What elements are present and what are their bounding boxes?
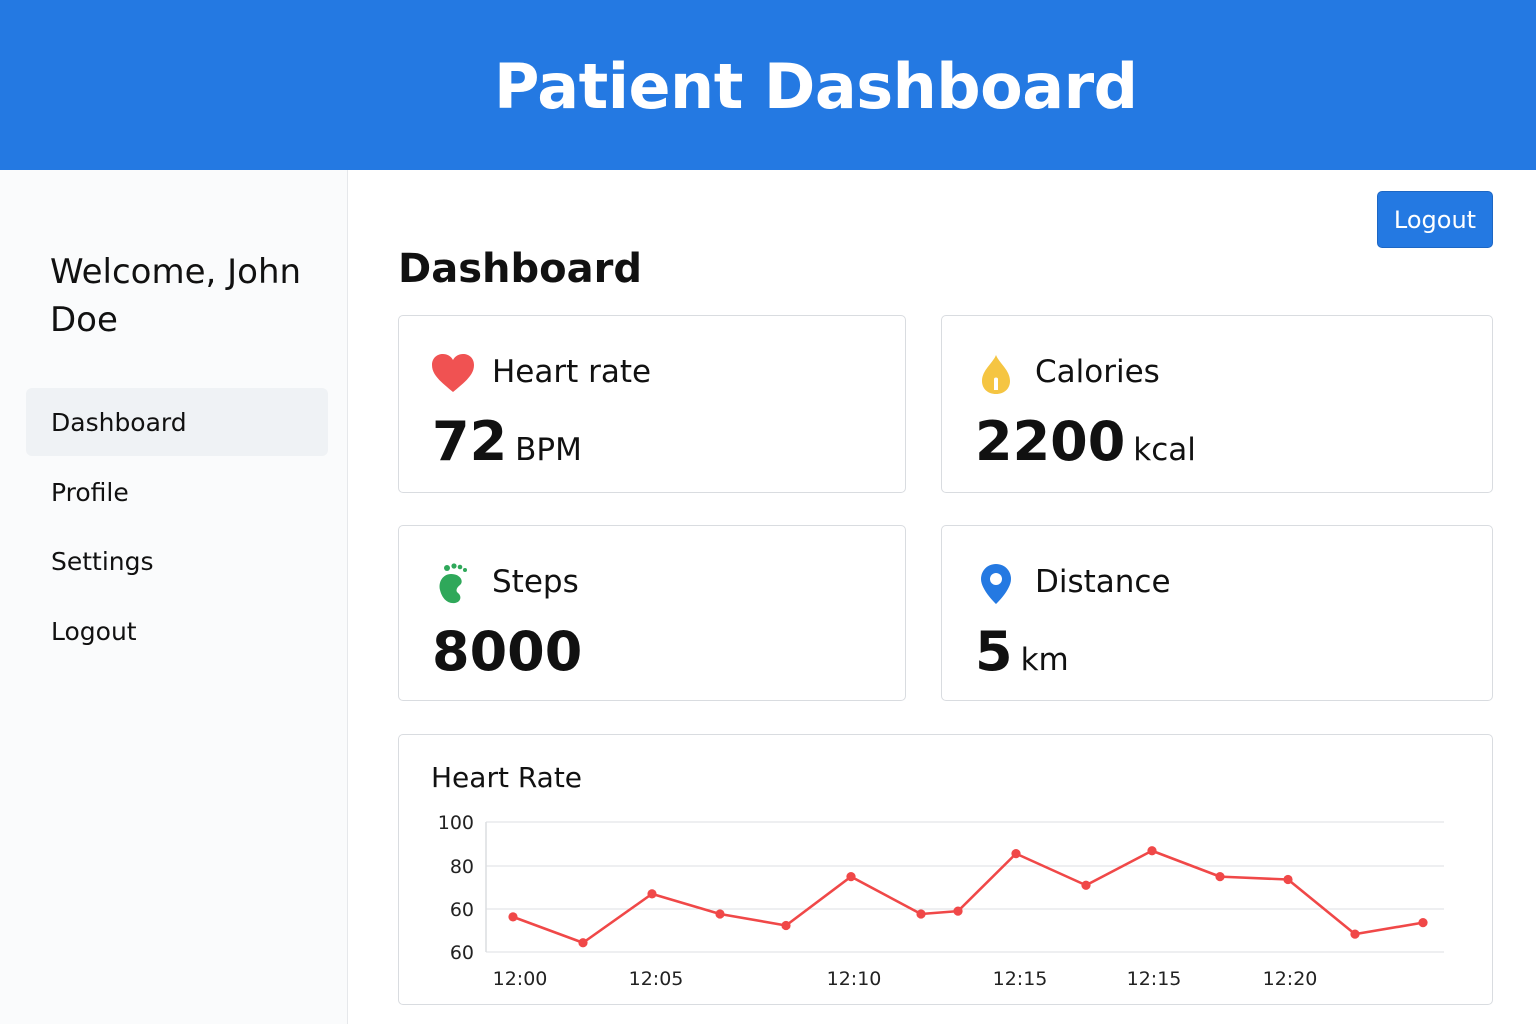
x-tick-label: 12:05 [629,968,684,990]
data-point [647,889,657,899]
heart-rate-chart-card: Heart Rate 100 80 60 60 12:00 12:05 12:10 12:15… [398,734,1493,1005]
calories-unit: kcal [1133,432,1196,468]
steps-value: 8000 [432,620,582,683]
calories-card: Calories 2200 kcal [941,315,1493,493]
x-tick-label: 12:15 [1127,968,1182,990]
steps-label: Steps [492,564,579,600]
data-point [1283,874,1293,885]
data-point [953,906,963,916]
data-point [1418,918,1428,928]
data-point [1081,880,1091,890]
x-tick-label: 12:15 [993,968,1048,990]
data-point [781,920,791,931]
page-title: Dashboard [398,246,642,292]
heart-rate-label: Heart rate [492,354,652,390]
calories-number: 2200 [975,410,1126,473]
distance-value: 5 km [975,620,1069,683]
x-tick-label: 12:00 [493,968,548,990]
data-point [1215,872,1225,882]
sidebar-item-settings[interactable]: Settings [26,527,328,595]
app-title: Patient Dashboard [494,50,1138,123]
y-tick-label: 60 [450,942,474,964]
heart-icon [432,354,474,392]
heart-rate-unit: BPM [515,432,582,468]
x-tick-label: 12:20 [1263,968,1318,990]
heart-rate-value: 72 BPM [432,410,582,473]
heart-rate-card: Heart rate 72 BPM [398,315,906,493]
data-point [715,909,725,919]
distance-number: 5 [975,620,1013,683]
calories-value: 2200 kcal [975,410,1196,473]
steps-card: Steps 8000 [398,525,906,701]
data-point [846,872,856,882]
y-tick-label: 60 [450,899,474,921]
heart-rate-number: 72 [432,410,508,473]
calories-label: Calories [1035,354,1160,390]
data-point [578,938,588,948]
distance-card: Distance 5 km [941,525,1493,701]
sidebar-item-profile[interactable]: Profile [26,458,328,526]
distance-label: Distance [1035,564,1171,600]
data-point [508,912,518,922]
y-tick-label: 80 [450,856,474,878]
sidebar-item-logout[interactable]: Logout [26,597,328,665]
sidebar: Welcome, John Doe Dashboard Profile Sett… [0,170,348,1024]
x-tick-label: 12:10 [827,968,882,990]
data-point [1011,849,1021,859]
data-point [1350,929,1360,939]
map-pin-icon [981,564,1011,604]
sidebar-item-dashboard[interactable]: Dashboard [26,388,328,456]
steps-number: 8000 [432,620,583,683]
data-point [916,909,926,919]
heart-rate-chart: 100 80 60 60 12:00 12:05 12:10 12:15 12:15 12:20 [438,812,1444,990]
data-point [1147,846,1157,856]
logout-button[interactable]: Logout [1377,191,1493,248]
y-tick-label: 100 [438,812,474,834]
welcome-message: Welcome, John Doe [50,252,302,340]
header-bar: Patient Dashboard [0,0,1536,170]
distance-unit: km [1020,642,1069,678]
footprint-icon [439,563,467,604]
flame-icon [982,355,1010,394]
